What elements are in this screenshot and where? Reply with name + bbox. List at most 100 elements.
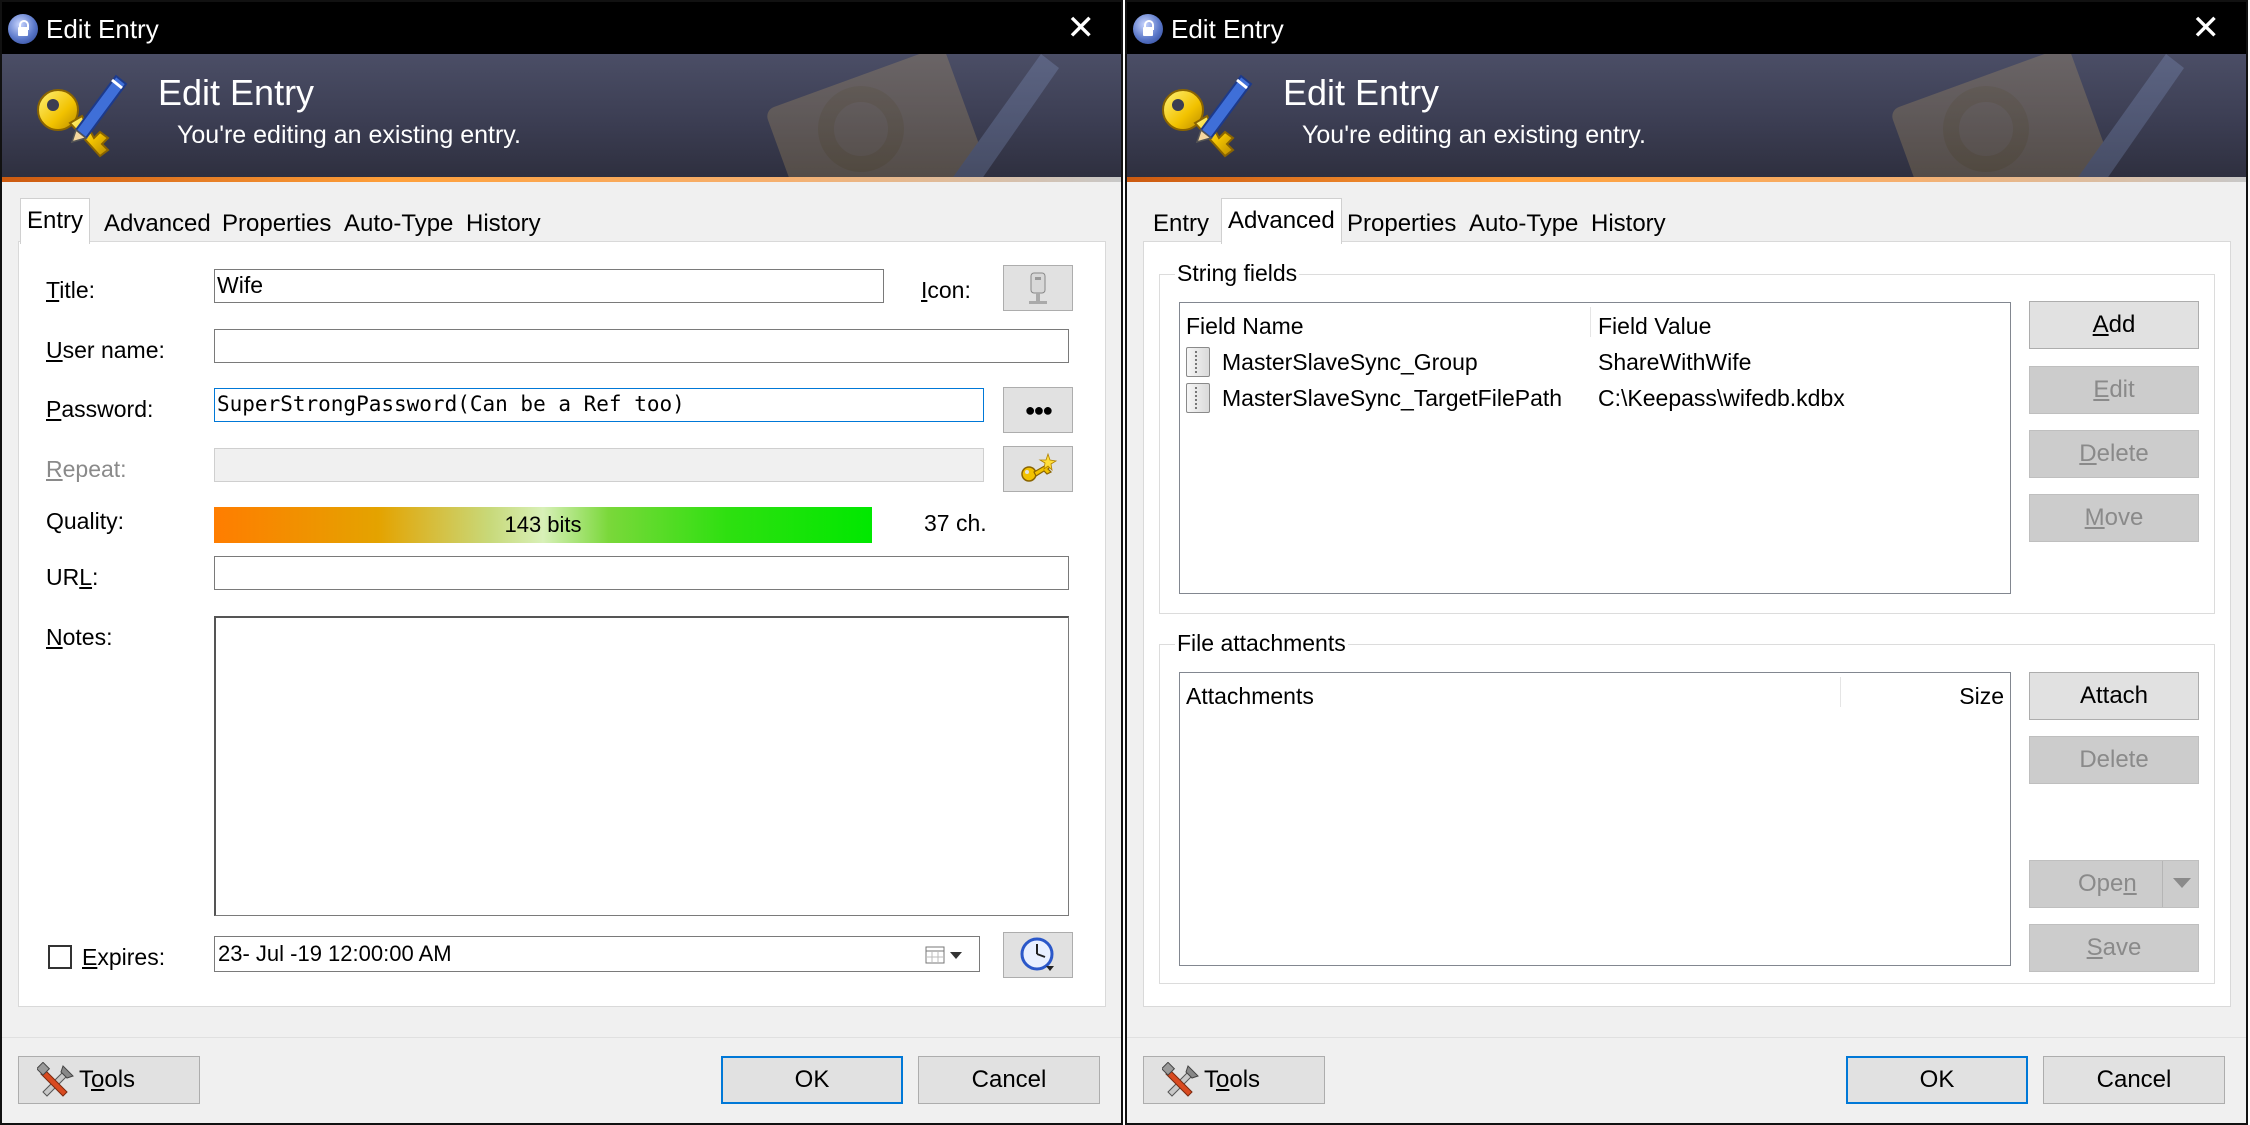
tab-properties[interactable]: Properties [216, 205, 337, 243]
dialog-footer: Tools OK Cancel [1127, 1037, 2246, 1123]
list-item[interactable]: MasterSlaveSync_TargetFilePath C:\Keepas… [1186, 381, 2002, 415]
quality-label: Quality: [46, 508, 124, 534]
field-name: MasterSlaveSync_TargetFilePath [1222, 385, 1563, 411]
field-name: MasterSlaveSync_Group [1222, 349, 1478, 375]
file-attachments-title: File attachments [1175, 630, 1348, 657]
title-label: Title: [46, 277, 95, 303]
banner-title: Edit Entry [1283, 72, 1440, 113]
url-label: URL: [46, 564, 99, 590]
attach-button[interactable]: Attach [2029, 672, 2199, 720]
expiry-presets-button[interactable] [1003, 932, 1073, 978]
column-separator[interactable] [1590, 307, 1591, 337]
tab-history[interactable]: History [1585, 205, 1672, 243]
column-separator[interactable] [1840, 677, 1841, 707]
expiry-date-value: 23- Jul -19 12:00:00 AM [218, 941, 452, 966]
banner-title: Edit Entry [158, 72, 315, 113]
tools-button[interactable]: Tools [1143, 1056, 1325, 1104]
string-fields-list[interactable]: Field Name Field Value MasterSlaveSync_G… [1179, 302, 2011, 594]
entry-icon [1029, 272, 1047, 304]
column-header-attachments[interactable]: Attachments [1186, 683, 1314, 710]
calendar-dropdown-icon[interactable] [925, 945, 965, 965]
tools-label: Tools [79, 1066, 136, 1093]
string-field-icon [1186, 347, 1210, 377]
delete-field-button[interactable]: Delete [2029, 430, 2199, 478]
banner-subtitle: You're editing an existing entry. [1302, 121, 1646, 149]
expires-label[interactable]: Expires: [82, 944, 165, 971]
header-banner: Edit Entry You're editing an existing en… [2, 54, 1121, 182]
tools-button[interactable]: Tools [18, 1056, 200, 1104]
title-input[interactable]: Wife [214, 269, 884, 303]
username-label: User name: [46, 337, 165, 363]
string-field-icon [1186, 383, 1210, 413]
expires-checkbox[interactable] [48, 945, 72, 969]
ok-button[interactable]: OK [721, 1056, 903, 1104]
key-watermark-icon [767, 54, 1059, 182]
repeat-password-input[interactable] [214, 448, 984, 482]
tab-properties[interactable]: Properties [1341, 205, 1462, 243]
tools-label: Tools [1204, 1066, 1261, 1093]
keepass-lock-icon [1133, 14, 1163, 44]
tab-entry[interactable]: Entry [1147, 205, 1215, 243]
username-input[interactable] [214, 329, 1069, 363]
column-header-size[interactable]: Size [1959, 683, 2004, 710]
banner-subtitle: You're editing an existing entry. [177, 121, 521, 149]
field-value: ShareWithWife [1598, 349, 1752, 375]
edit-field-button[interactable]: Edit [2029, 366, 2199, 414]
title-bar: Edit Entry ✕ [1127, 2, 2246, 54]
cancel-button[interactable]: Cancel [918, 1056, 1100, 1104]
password-input[interactable]: SuperStrongPassword(Can be a Ref too) [214, 388, 984, 422]
password-generator-button[interactable] [1003, 446, 1073, 492]
show-password-button[interactable]: ●●● [1003, 387, 1073, 433]
list-item[interactable]: MasterSlaveSync_Group ShareWithWife [1186, 345, 2002, 379]
password-quality-bar: 143 bits [214, 507, 872, 543]
character-count: 37 ch. [924, 510, 987, 536]
close-icon[interactable]: ✕ [1067, 8, 1096, 48]
window-title: Edit Entry [1171, 14, 1284, 44]
split-divider [2162, 861, 2163, 907]
notes-textarea[interactable] [214, 616, 1069, 916]
field-value: C:\Keepass\wifedb.kdbx [1598, 385, 1845, 411]
url-input[interactable] [214, 556, 1069, 590]
add-field-button[interactable]: Add [2029, 301, 2199, 349]
password-label: Password: [46, 396, 154, 422]
tab-advanced[interactable]: Advanced [1221, 198, 1342, 244]
keepass-lock-icon [8, 14, 38, 44]
tab-entry[interactable]: Entry [20, 198, 91, 244]
move-field-button[interactable]: Move [2029, 494, 2199, 542]
title-bar: Edit Entry ✕ [2, 2, 1121, 54]
column-header-field-name[interactable]: Field Name [1186, 313, 1304, 340]
tools-icon [37, 1062, 74, 1097]
dialog-footer: Tools OK Cancel [2, 1037, 1121, 1123]
delete-attachment-button[interactable]: Delete [2029, 736, 2199, 784]
column-header-field-value[interactable]: Field Value [1598, 313, 1711, 340]
notes-label: Notes: [46, 624, 113, 650]
repeat-label: Repeat: [46, 456, 127, 482]
expiry-date-picker[interactable]: 23- Jul -19 12:00:00 AM [214, 936, 980, 972]
icon-picker-button[interactable] [1003, 265, 1073, 311]
tab-auto-type[interactable]: Auto-Type [1463, 205, 1584, 243]
attachments-list[interactable]: Attachments Size [1179, 672, 2011, 966]
edit-key-icon [37, 74, 128, 158]
key-sparkle-icon [1021, 452, 1058, 482]
edit-key-icon [1162, 74, 1253, 158]
ok-button[interactable]: OK [1846, 1056, 2028, 1104]
open-label: Open [2078, 870, 2137, 897]
key-watermark-icon [1892, 54, 2184, 182]
window-title: Edit Entry [46, 14, 159, 44]
edit-entry-window-left: Edit Entry ✕ Edit Entry You're editing a… [0, 0, 1123, 1125]
tools-icon [1162, 1062, 1199, 1097]
cancel-button[interactable]: Cancel [2043, 1056, 2225, 1104]
tab-advanced[interactable]: Advanced [98, 205, 217, 243]
tab-history[interactable]: History [460, 205, 547, 243]
string-fields-title: String fields [1175, 260, 1300, 287]
banner-accent-stripe [2, 177, 1121, 182]
banner-accent-stripe [1127, 177, 2246, 182]
tab-auto-type[interactable]: Auto-Type [338, 205, 459, 243]
icon-label: Icon: [921, 277, 971, 303]
edit-entry-window-right: Edit Entry ✕ Edit Entry You're editing a… [1125, 0, 2248, 1125]
chevron-down-icon[interactable] [2172, 877, 2192, 889]
clock-icon [1020, 937, 1054, 971]
close-icon[interactable]: ✕ [2192, 8, 2221, 48]
open-attachment-button[interactable]: Open [2029, 860, 2199, 908]
save-attachment-button[interactable]: Save [2029, 924, 2199, 972]
